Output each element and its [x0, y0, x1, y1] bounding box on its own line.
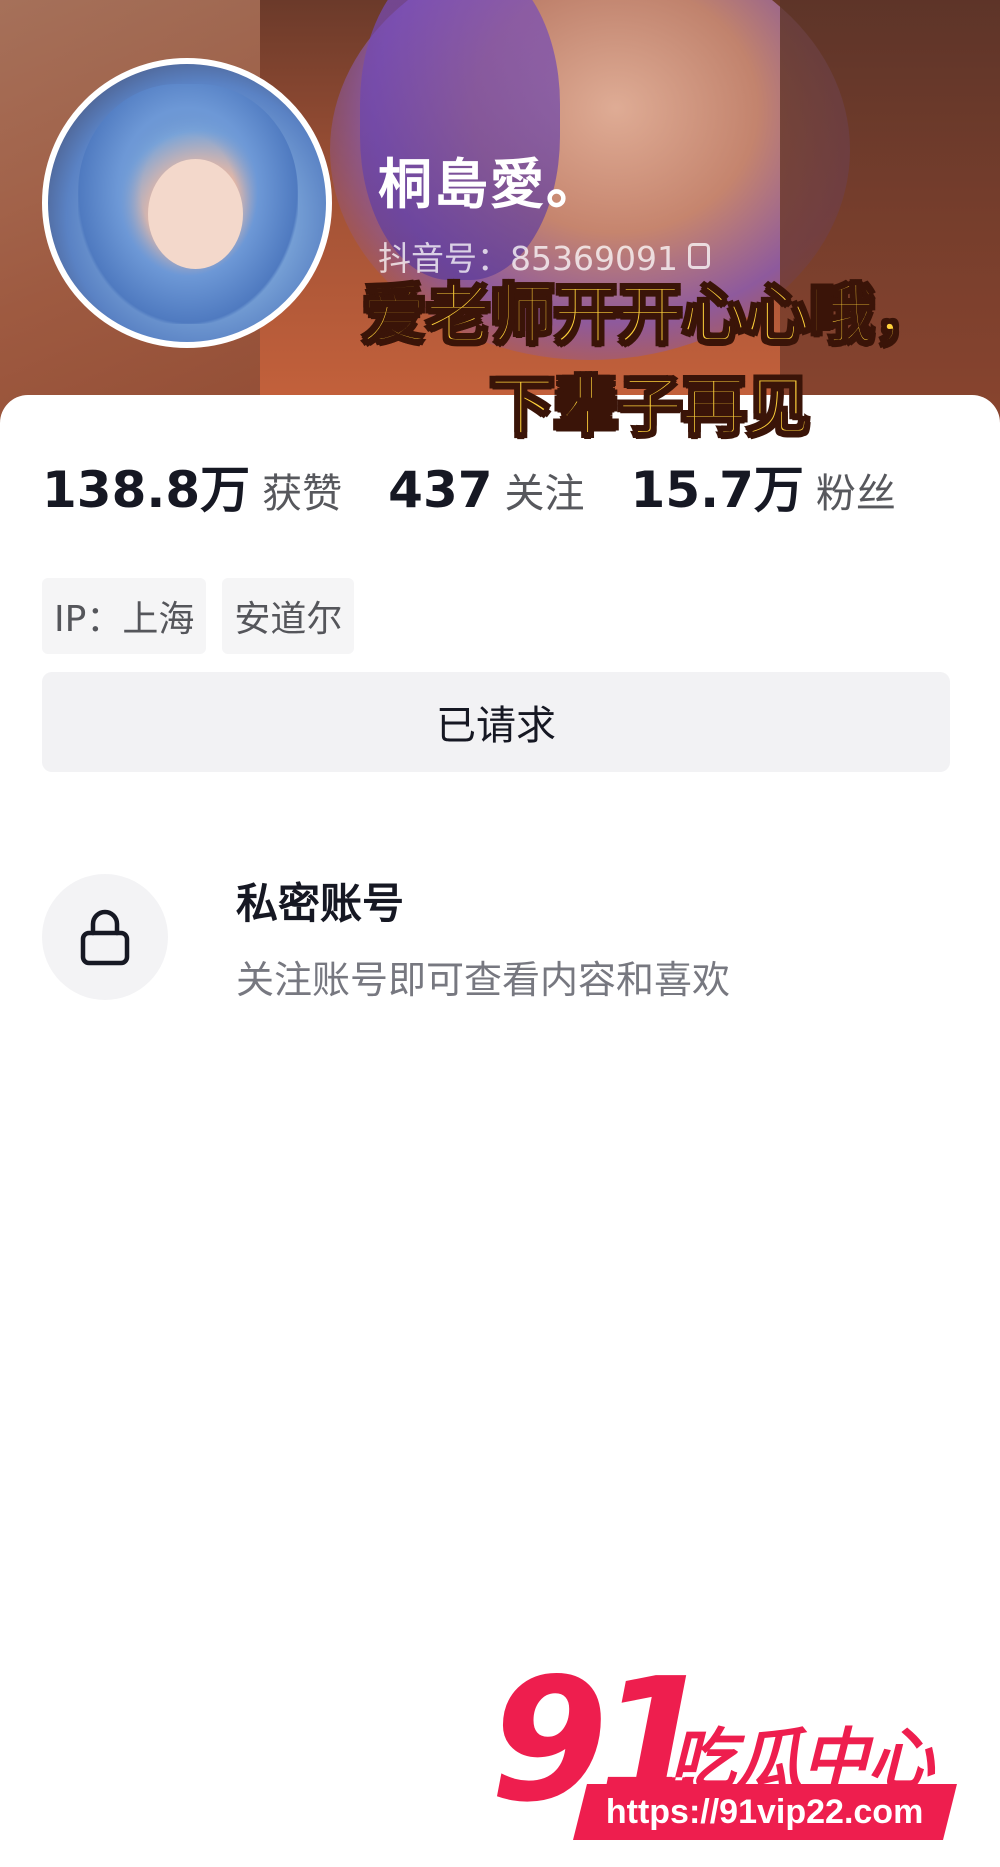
profile-stats: 138.8万 获赞 437 关注 15.7万 粉丝: [42, 450, 942, 522]
lock-icon: [80, 909, 130, 966]
followers-count: 15.7万: [630, 461, 804, 519]
likes-label: 获赞: [262, 471, 343, 517]
video-caption-overlay: 爱老师开开心心哦， 下辈子再见: [350, 270, 950, 454]
avatar-photo-face: [148, 159, 243, 269]
watermark-logo: 91 吃瓜中心 https://91vip22.com: [490, 1656, 970, 1852]
profile-nickname: 桐島愛。: [378, 153, 602, 216]
following-label: 关注: [504, 471, 585, 517]
copy-icon[interactable]: [687, 243, 710, 269]
likes-count: 138.8万: [42, 461, 251, 519]
private-account-notice: 私密账号 关注账号即可查看内容和喜欢: [42, 870, 730, 1004]
private-account-title: 私密账号: [236, 879, 405, 928]
stat-likes: 138.8万 获赞: [42, 450, 342, 522]
profile-tags: IP：上海 安道尔: [42, 578, 355, 654]
private-account-text: 私密账号 关注账号即可查看内容和喜欢: [236, 870, 730, 1004]
avatar[interactable]: [42, 58, 332, 348]
followers-label: 粉丝: [815, 471, 896, 517]
stat-followers[interactable]: 15.7万 粉丝: [631, 450, 896, 522]
following-count: 437: [388, 461, 493, 519]
private-account-subtitle: 关注账号即可查看内容和喜欢: [236, 958, 731, 1002]
watermark-url-badge: https://91vip22.com: [573, 1784, 957, 1840]
lock-icon-container: [42, 874, 168, 1000]
watermark-url: https://91vip22.com: [606, 1792, 924, 1831]
stat-following[interactable]: 437 关注: [388, 461, 584, 519]
ip-location-tag: IP：上海: [42, 578, 207, 654]
caption-line-1: 爱老师开开心心哦，: [361, 278, 939, 354]
follow-requested-button[interactable]: 已请求: [42, 672, 950, 772]
caption-line-2: 下辈子再见: [489, 370, 811, 446]
location-tag: 安道尔: [222, 578, 355, 654]
